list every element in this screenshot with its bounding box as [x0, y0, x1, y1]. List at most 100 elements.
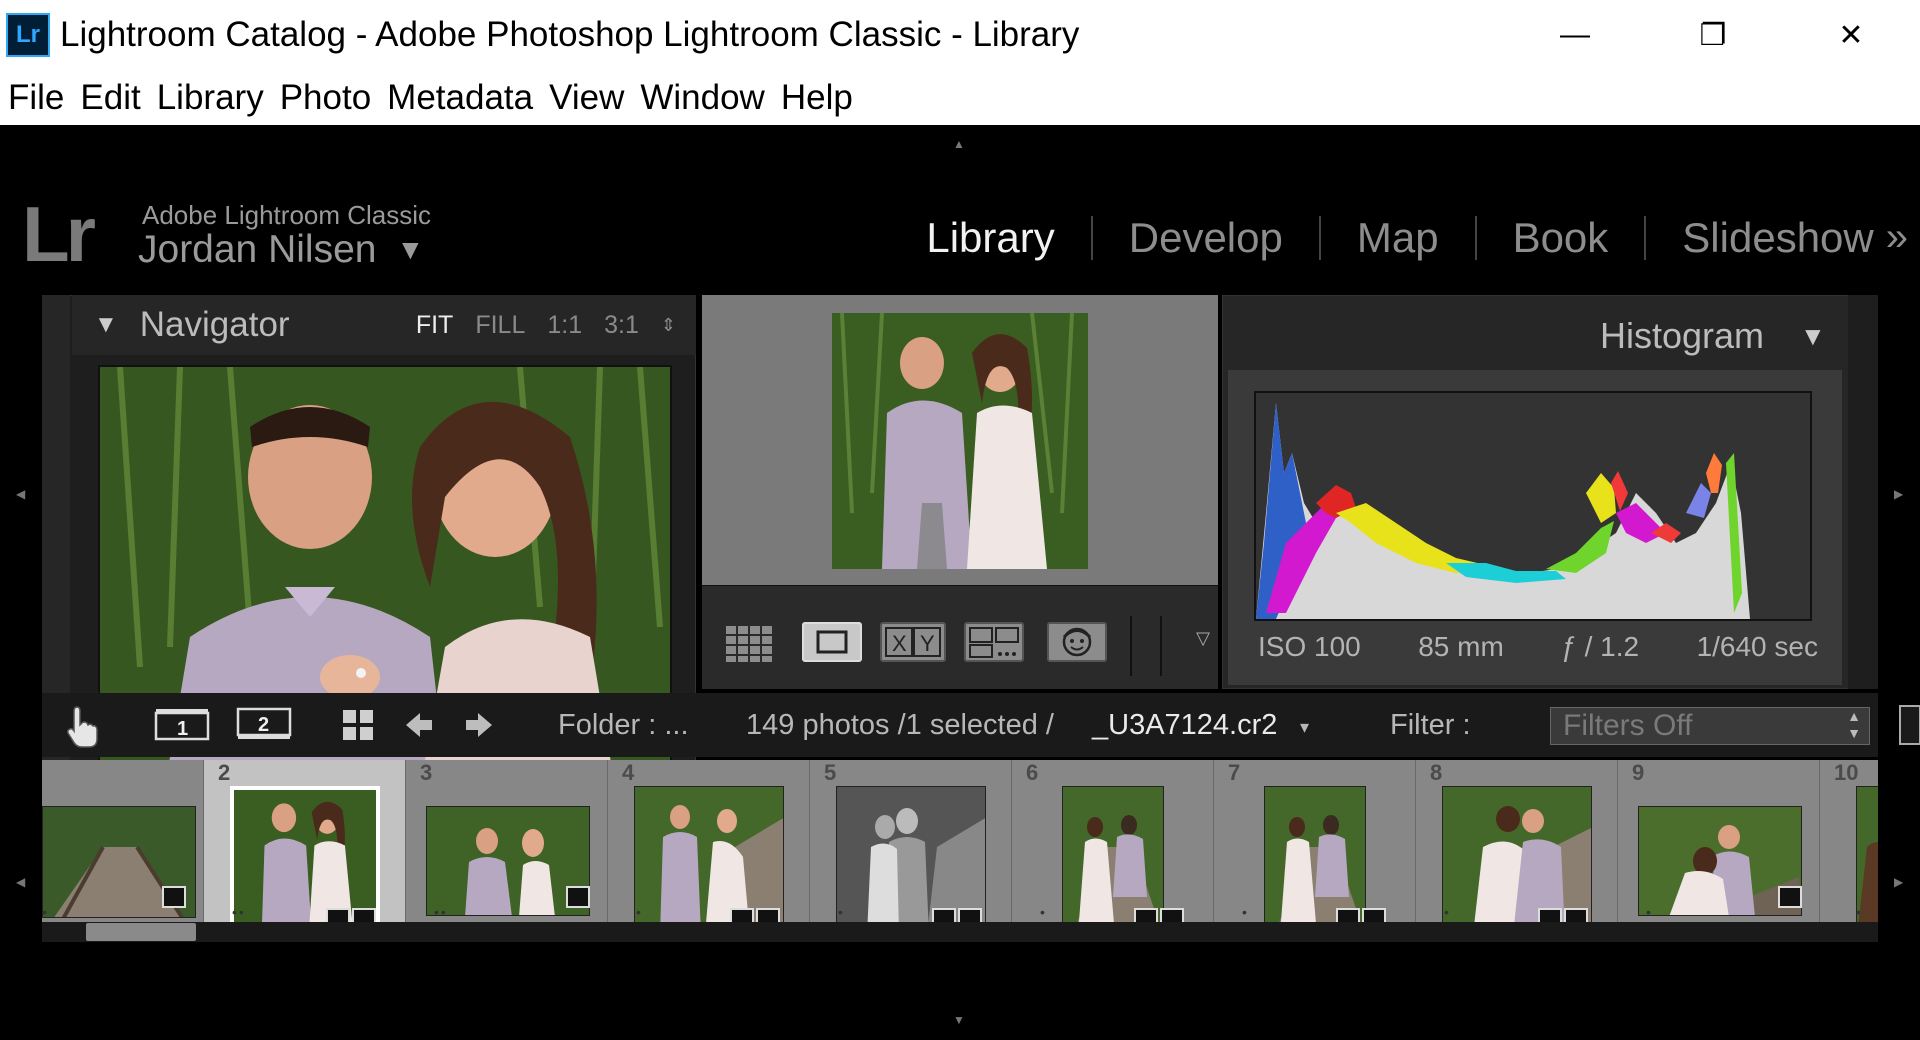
hand-pointer-icon[interactable]: [62, 705, 102, 754]
menu-library[interactable]: Library: [157, 78, 264, 118]
loupe-image[interactable]: [832, 313, 1088, 569]
couple-back-photo: [1063, 787, 1163, 922]
select-arrows-icon: ▲ ▼: [1847, 708, 1861, 741]
library-toolbar: XY ▽: [702, 585, 1218, 689]
toolbar-content-dropdown-icon[interactable]: ▽: [1196, 628, 1210, 649]
filmstrip-thumbnail[interactable]: [1856, 786, 1878, 922]
menu-window[interactable]: Window: [640, 78, 764, 118]
filter-lock-toggle[interactable]: [1899, 705, 1920, 745]
menu-help[interactable]: Help: [781, 78, 853, 118]
filmstrip-cell[interactable]: •: [42, 760, 204, 922]
minimize-button[interactable]: —: [1506, 0, 1644, 70]
menu-edit[interactable]: Edit: [80, 78, 140, 118]
filmstrip-cell[interactable]: 9 •: [1618, 760, 1820, 922]
lightroom-workspace: ▲ ▼ ◀ ▶ ◀ ▶ Lr Adobe Lightroom Classic J…: [0, 125, 1920, 1040]
identity-user-menu[interactable]: Jordan Nilsen ▼: [138, 228, 424, 272]
partial-photo: [1857, 787, 1878, 922]
filmstrip-thumbnail[interactable]: [634, 786, 784, 922]
flag-dots: •: [1646, 904, 1653, 920]
people-view-button[interactable]: [1047, 622, 1107, 662]
filmstrip-cell[interactable]: 3 ••: [406, 760, 608, 922]
filmstrip-scroll-thumb[interactable]: [86, 923, 196, 941]
filmstrip-left-toggle-icon[interactable]: ◀: [16, 875, 25, 889]
survey-view-button[interactable]: [964, 622, 1024, 662]
menu-view[interactable]: View: [549, 78, 624, 118]
module-book[interactable]: Book: [1477, 215, 1647, 260]
grid-shortcut-icon[interactable]: [342, 709, 374, 746]
zoom-fill[interactable]: FILL: [475, 311, 525, 340]
metadata-badge-icon: [932, 908, 956, 922]
module-map[interactable]: Map: [1321, 215, 1477, 260]
cell-number: 2: [218, 760, 231, 785]
grid-icon: [726, 626, 772, 662]
collapse-triangle-icon[interactable]: ▼: [1800, 321, 1826, 352]
filmstrip-thumbnail[interactable]: [1264, 786, 1366, 922]
grid-view-button[interactable]: [722, 622, 780, 662]
module-slideshow[interactable]: Slideshow: [1646, 215, 1885, 260]
filter-label: Filter :: [1390, 709, 1471, 741]
bw-couple-photo: [837, 787, 985, 922]
flag-dots: •: [636, 904, 643, 920]
metadata-badge-icon: [730, 908, 754, 922]
module-library[interactable]: Library: [890, 215, 1093, 260]
filmstrip[interactable]: • 2 •• 3 •• 4 • 5 • 6 • 7 • 8 • 9 • 10 •: [42, 760, 1878, 922]
svg-text:X: X: [892, 631, 907, 656]
bottom-panel-toggle-icon[interactable]: ▼: [953, 1013, 965, 1027]
collapse-triangle-icon[interactable]: ▼: [94, 311, 118, 339]
restore-button[interactable]: ❐: [1644, 0, 1782, 70]
filmstrip-cell[interactable]: 7 •: [1214, 760, 1416, 922]
filter-dropdown[interactable]: Filters Off ▲ ▼: [1550, 707, 1870, 745]
couple-photo-loupe: [832, 313, 1088, 569]
navigator-header[interactable]: ▼ Navigator FIT FILL 1:1 3:1 ⇕: [72, 295, 696, 355]
window-titlebar: Lr Lightroom Catalog - Adobe Photoshop L…: [0, 0, 1920, 70]
filmstrip-thumbnail[interactable]: [1442, 786, 1592, 922]
develop-badge-icon: [1160, 908, 1184, 922]
filmstrip-cell[interactable]: 5 •: [810, 760, 1012, 922]
filmstrip-thumbnail[interactable]: [1062, 786, 1164, 922]
zoom-stepper-icon[interactable]: ⇕: [661, 315, 676, 336]
histogram-graph[interactable]: [1254, 391, 1812, 621]
flag-dots: ••: [232, 904, 246, 920]
flag-dots: •: [1242, 904, 1249, 920]
right-panel-toggle-icon[interactable]: ▶: [1894, 487, 1903, 501]
zoom-fit[interactable]: FIT: [416, 311, 454, 340]
filmstrip-cell[interactable]: 4 •: [608, 760, 810, 922]
loupe-view-button[interactable]: [802, 622, 862, 662]
cell-number: 7: [1228, 760, 1241, 785]
filmstrip-scrollbar[interactable]: [42, 922, 1878, 942]
back-arrow-icon[interactable]: [404, 711, 434, 744]
filename-caret-icon[interactable]: ▾: [1300, 717, 1309, 738]
left-panel-toggle-icon[interactable]: ◀: [16, 487, 25, 501]
couple-bridge-photo: [635, 787, 783, 922]
menu-photo[interactable]: Photo: [280, 78, 371, 118]
lightroom-app-icon[interactable]: Lr: [6, 13, 50, 57]
filmstrip-cell[interactable]: 6 •: [1012, 760, 1214, 922]
zoom-1-1[interactable]: 1:1: [547, 311, 582, 340]
forward-arrow-icon[interactable]: [464, 711, 494, 744]
compare-view-button[interactable]: XY: [880, 622, 946, 662]
more-modules-icon[interactable]: »: [1886, 215, 1908, 260]
secondary-window-button[interactable]: 2: [236, 707, 292, 748]
top-panel-toggle-icon[interactable]: ▲: [953, 137, 965, 151]
filmstrip-right-toggle-icon[interactable]: ▶: [1894, 875, 1903, 889]
zoom-3-1[interactable]: 3:1: [604, 311, 639, 340]
folder-source[interactable]: Folder : ...: [558, 709, 689, 742]
selected-filename[interactable]: _U3A7124.cr2: [1092, 709, 1277, 742]
filmstrip-bar: 1 2 Folder : ... 149 photos /1 selected …: [42, 693, 1920, 757]
close-button[interactable]: ✕: [1782, 0, 1920, 70]
couple-photo: [234, 790, 376, 922]
filmstrip-cell[interactable]: 2 ••: [204, 760, 406, 922]
filmstrip-thumbnail[interactable]: [230, 786, 380, 922]
filmstrip-cell[interactable]: 10 •: [1820, 760, 1878, 922]
filmstrip-thumbnail[interactable]: [836, 786, 986, 922]
cell-number: 5: [824, 760, 837, 785]
module-develop[interactable]: Develop: [1093, 215, 1321, 260]
menu-file[interactable]: File: [8, 78, 64, 118]
histogram-title: Histogram: [1600, 315, 1765, 356]
main-window-button[interactable]: 1: [154, 707, 210, 748]
filmstrip-cell[interactable]: 8 •: [1416, 760, 1618, 922]
menu-metadata[interactable]: Metadata: [387, 78, 533, 118]
right-panel-scrollbar[interactable]: [1848, 295, 1878, 689]
face-icon: [1062, 627, 1092, 657]
metadata-badge-icon: [566, 886, 590, 908]
